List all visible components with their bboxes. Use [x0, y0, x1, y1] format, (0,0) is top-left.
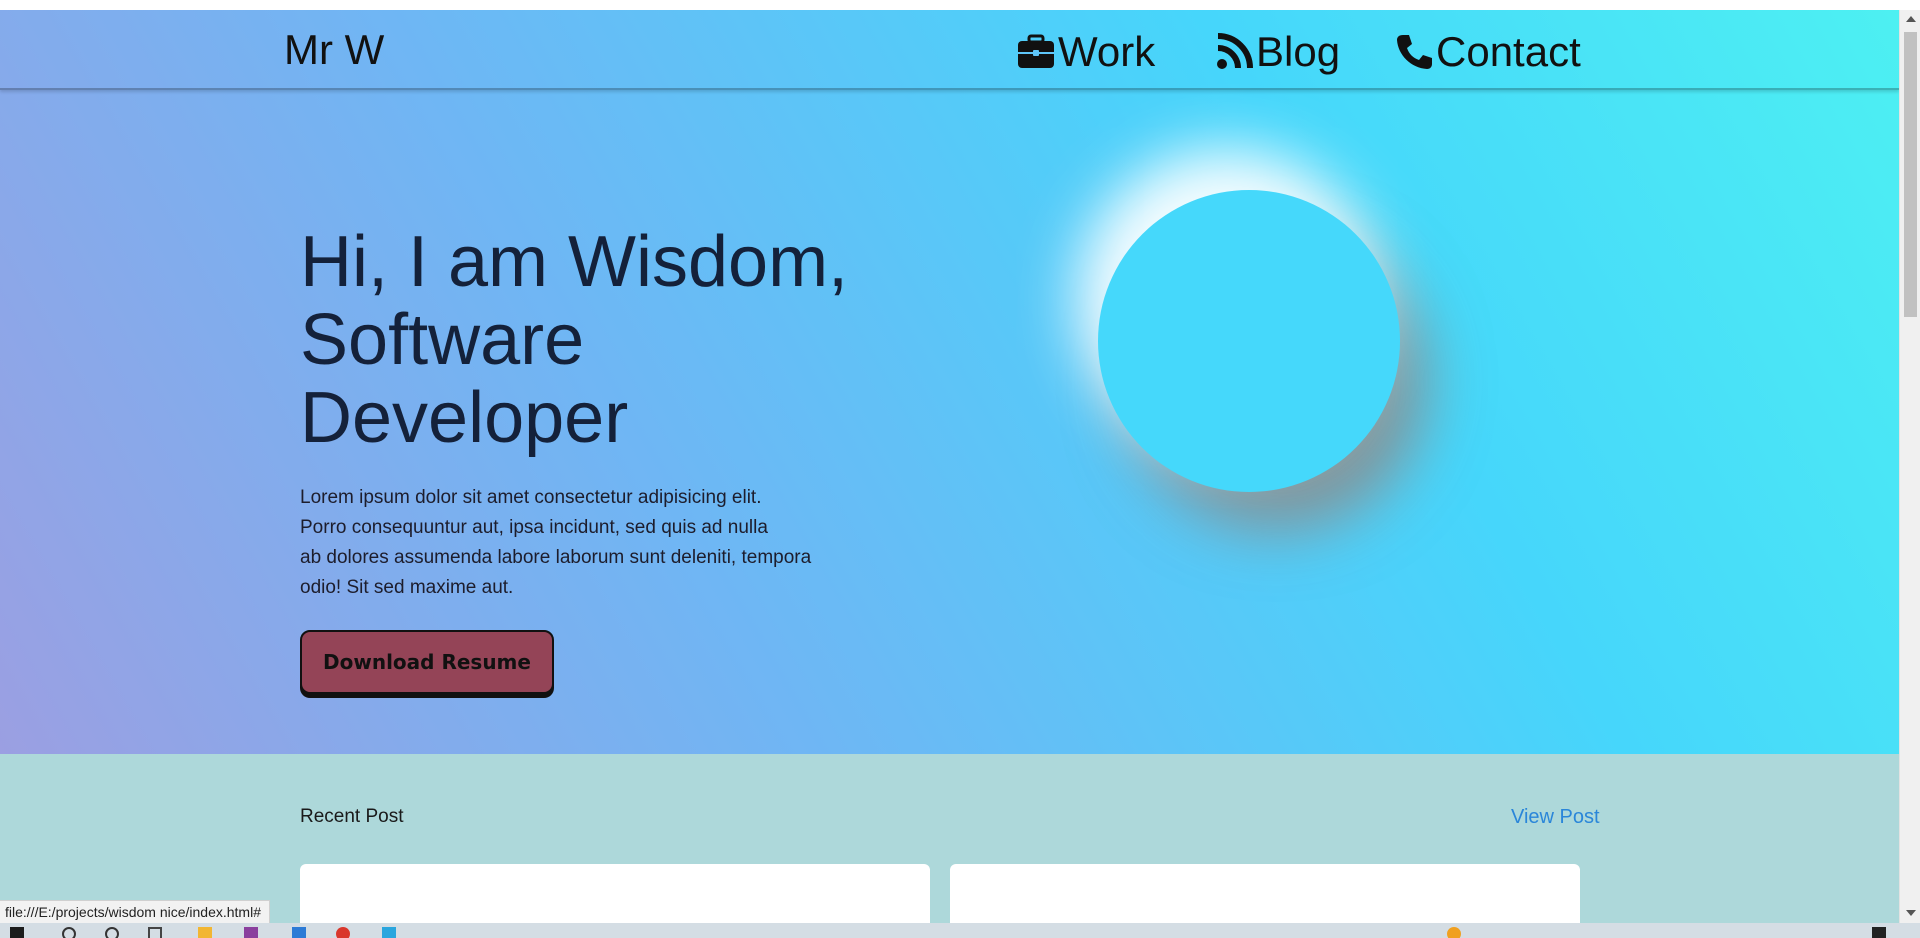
intro-line: ab dolores assumenda labore laborum sunt… [300, 547, 812, 568]
os-taskbar [0, 923, 1920, 938]
cortana-icon[interactable] [105, 927, 119, 938]
file-explorer-icon[interactable] [198, 927, 212, 938]
nav-link-blog-label: Blog [1256, 28, 1341, 75]
headline-line: Software [300, 300, 585, 380]
intro-line: odio! Sit sed maxime aut. [300, 577, 514, 598]
browser-viewport: Mr W Work Blog Contact Hi, I am Wisdom, … [0, 10, 1899, 923]
headline-line: Hi, I am Wisdom, [300, 222, 849, 302]
notification-icon[interactable] [1872, 927, 1886, 938]
scrollbar-thumb[interactable] [1904, 32, 1917, 317]
profile-circle [1098, 190, 1400, 492]
brand-logo[interactable]: Mr W [284, 26, 384, 74]
navbar: Mr W Work Blog Contact [0, 10, 1899, 90]
phone-icon [1397, 35, 1432, 69]
vertical-scrollbar[interactable] [1899, 10, 1920, 923]
app-icon[interactable] [382, 927, 396, 938]
recent-post-title: Recent Post [300, 806, 404, 827]
vscode-icon[interactable] [292, 927, 306, 938]
post-card[interactable] [950, 864, 1580, 923]
start-icon[interactable] [10, 927, 24, 938]
headline-line: Developer [300, 378, 629, 458]
intro-line: Lorem ipsum dolor sit amet consectetur a… [300, 487, 762, 508]
nav-link-work-label: Work [1058, 28, 1156, 75]
visual-studio-icon[interactable] [244, 927, 258, 938]
briefcase-icon [1018, 34, 1054, 68]
nav-link-contact-label: Contact [1436, 28, 1581, 75]
weather-icon[interactable] [1447, 927, 1461, 938]
task-view-icon[interactable] [148, 927, 162, 938]
nav-link-work[interactable]: Work [1016, 28, 1155, 76]
download-resume-button[interactable]: Download Resume [300, 630, 554, 694]
nav-link-blog[interactable]: Blog [1214, 28, 1340, 76]
nav-link-contact[interactable]: Contact [1394, 28, 1581, 76]
hero-headline: Hi, I am Wisdom, Software Developer [300, 223, 920, 457]
hero-section: Mr W Work Blog Contact Hi, I am Wisdom, … [0, 10, 1899, 754]
post-card[interactable] [300, 864, 930, 923]
status-bar-url: file:///E:/projects/wisdom nice/index.ht… [0, 900, 270, 924]
search-icon[interactable] [62, 927, 76, 938]
rss-icon [1217, 33, 1253, 69]
scroll-up-arrow-icon[interactable] [1906, 16, 1916, 22]
scroll-down-arrow-icon[interactable] [1906, 910, 1916, 916]
hero-intro: Lorem ipsum dolor sit amet consectetur a… [300, 483, 860, 603]
intro-line: Porro consequuntur aut, ipsa incidunt, s… [300, 517, 768, 538]
view-post-link[interactable]: View Post [1511, 806, 1600, 829]
chrome-icon[interactable] [336, 927, 350, 938]
recent-posts-section: Recent Post View Post [0, 754, 1899, 923]
